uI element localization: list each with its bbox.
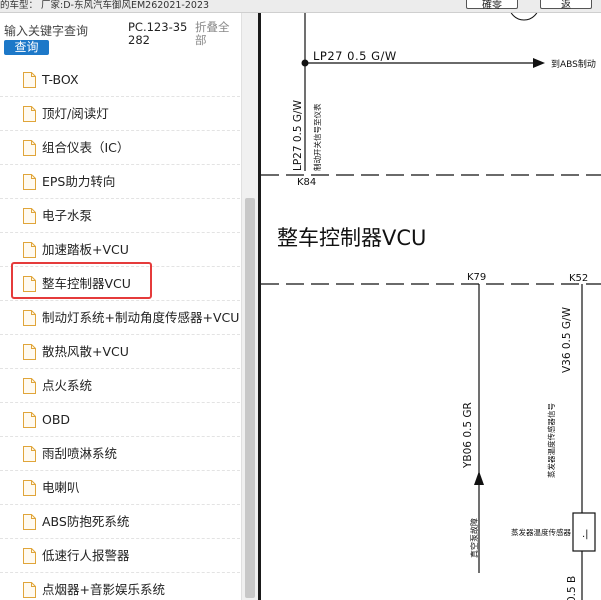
sensor-symbol: .|	[582, 529, 589, 540]
label-sensor: 蒸发器温度传感器	[511, 527, 571, 537]
diagram-code: PC.123-35282	[128, 20, 188, 47]
tree-item[interactable]: 点烟器+音影娱乐系统	[0, 573, 240, 600]
connector-k84: K84	[297, 177, 316, 188]
document-icon	[23, 446, 36, 462]
search-button[interactable]: 查询	[4, 40, 49, 55]
tree-item[interactable]: 点火系统	[0, 369, 240, 403]
search-input[interactable]	[4, 22, 120, 40]
tree-item-label: 电喇叭	[42, 480, 80, 495]
document-icon	[23, 548, 36, 564]
document-icon	[23, 412, 36, 428]
vehicle-info: 的车型： 厂家:D-东风汽车御风EM262021-2023	[0, 0, 210, 11]
document-icon	[23, 480, 36, 496]
left-panel: 查询 PC.123-35282 折叠全部 T-BOX 顶灯/阅读灯组合仪表（IC）…	[0, 13, 258, 600]
tree-item-label: 顶灯/阅读灯	[42, 106, 109, 121]
tree-item-label: 制动灯系统+制动角度传感器+VCU	[42, 310, 240, 325]
arrow-right-icon	[533, 58, 545, 68]
tree-item[interactable]: 电喇叭	[0, 471, 240, 505]
wire-label-v36: V36 0.5 G/W	[561, 306, 573, 373]
tree-item[interactable]: 电子水泵	[0, 199, 240, 233]
arrow-destination: 到ABS制动	[551, 58, 596, 70]
label-safety: 真空泵故障	[469, 518, 479, 558]
section-title: 整车控制器VCU	[277, 226, 426, 250]
tree-item-label: 组合仪表（IC）	[42, 140, 130, 155]
collapse-all-button[interactable]: 折叠全部	[195, 21, 235, 47]
document-icon	[23, 344, 36, 360]
tree-item[interactable]: OBD	[0, 403, 240, 437]
wiring-diagram[interactable]: LP27 0.5 G/W 到ABS制动 LP27 0.5 G/W 制动开关信号至…	[261, 13, 601, 600]
wire-label-yb06: YB06 0.5 GR	[462, 402, 474, 469]
tree-item-label: EPS助力转向	[42, 174, 116, 189]
tree-item-label: 散热风散+VCU	[42, 344, 129, 359]
tree-item[interactable]: EPS助力转向	[0, 165, 240, 199]
tree-item[interactable]: 制动灯系统+制动角度传感器+VCU	[0, 301, 240, 335]
tree-item[interactable]: 组合仪表（IC）	[0, 131, 240, 165]
search-area: 查询 PC.123-35282 折叠全部	[0, 13, 240, 65]
top-button-1[interactable]: 確零	[466, 0, 518, 11]
tree-item[interactable]: 散热风散+VCU	[0, 335, 240, 369]
tree-item[interactable]: T-BOX	[0, 63, 240, 97]
wire-desc-v36: 蒸发器温度传感器信号	[546, 403, 556, 478]
wire-label-vertical: LP27 0.5 G/W	[292, 99, 304, 171]
tree-scrollbar[interactable]	[241, 13, 258, 600]
tree-item-label: 整车控制器VCU	[42, 276, 131, 291]
tree-item-label: 加速踏板+VCU	[42, 242, 129, 257]
tree-item[interactable]: 低速行人报警器	[0, 539, 240, 573]
document-icon	[23, 106, 36, 122]
connector-k79: K79	[467, 272, 486, 283]
document-icon	[23, 310, 36, 326]
tree-item-label: 点烟器+音影娱乐系统	[42, 582, 165, 597]
document-icon	[23, 72, 36, 88]
tree-item[interactable]: 雨刮喷淋系统	[0, 437, 240, 471]
tree-item-label: OBD	[42, 412, 71, 427]
tree-item-label: ABS防抱死系统	[42, 514, 130, 529]
tree-item-label: 雨刮喷淋系统	[42, 446, 118, 461]
document-icon	[23, 582, 36, 598]
component-symbol-top	[510, 13, 538, 21]
tree-item-label: 电子水泵	[42, 208, 93, 223]
tree-item[interactable]: 加速踏板+VCU	[0, 233, 240, 267]
top-status-bar: 的车型： 厂家:D-东风汽车御风EM262021-2023 確零 返	[0, 0, 601, 13]
tree-item-label: 点火系统	[42, 378, 93, 393]
system-tree: T-BOX 顶灯/阅读灯组合仪表（IC） EPS助力转向 电子水泵加速踏板+VCU 整车…	[0, 63, 240, 600]
document-icon	[23, 208, 36, 224]
document-icon	[23, 514, 36, 530]
tree-item[interactable]: 顶灯/阅读灯	[0, 97, 240, 131]
top-button-2[interactable]: 返	[540, 0, 592, 11]
arrow-up-icon	[474, 471, 484, 485]
document-icon	[23, 276, 36, 292]
tree-item-label: 低速行人报警器	[42, 548, 130, 563]
document-icon	[23, 242, 36, 258]
tree-item[interactable]: ABS防抱死系统	[0, 505, 240, 539]
wire-label-bottom: 0.5 B	[566, 576, 578, 600]
document-icon	[23, 174, 36, 190]
wire-label-lp27: LP27 0.5 G/W	[313, 49, 397, 63]
connector-k52: K52	[569, 273, 588, 284]
document-icon	[23, 140, 36, 156]
tree-item-label: T-BOX	[42, 72, 79, 87]
wire-desc-vertical: 制动开关信号至仪表	[312, 103, 322, 171]
tree-item[interactable]: 整车控制器VCU	[0, 267, 240, 301]
scrollbar-thumb[interactable]	[245, 198, 255, 598]
document-icon	[23, 378, 36, 394]
